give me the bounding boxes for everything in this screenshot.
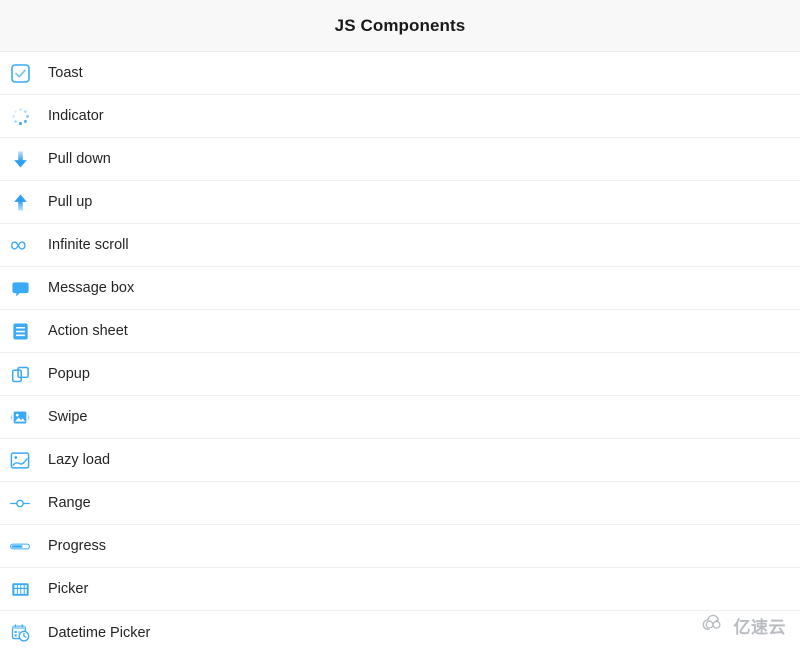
list-item-label: Pull up [48, 194, 93, 210]
list-item-label: Lazy load [48, 452, 111, 468]
list-item-label: Indicator [48, 108, 104, 124]
list-item-label: Toast [48, 65, 83, 81]
checkbox-checked-icon [10, 63, 30, 83]
list-item-indicator[interactable]: Indicator [0, 95, 800, 138]
picker-columns-icon [10, 579, 30, 599]
overlapping-squares-icon [10, 364, 30, 384]
list-item-pull-down[interactable]: Pull down [0, 138, 800, 181]
list-item-label: Infinite scroll [48, 237, 129, 253]
list-item-progress[interactable]: Progress [0, 525, 800, 568]
list-item-infinite-scroll[interactable]: Infinite scroll [0, 224, 800, 267]
calendar-clock-icon [10, 623, 30, 643]
list-item-toast[interactable]: Toast [0, 52, 800, 95]
page-title: JS Components [334, 15, 466, 35]
infinity-icon [10, 235, 30, 255]
progress-bar-icon [10, 536, 30, 556]
spinner-icon [10, 106, 30, 126]
image-swipe-icon [10, 407, 30, 427]
list-item-label: Popup [48, 366, 90, 382]
list-item-swipe[interactable]: Swipe [0, 396, 800, 439]
list-item-message-box[interactable]: Message box [0, 267, 800, 310]
list-item-datetime-picker[interactable]: Datetime Picker [0, 611, 800, 654]
components-list: Toast Indicator Pull down Pull up Infini… [0, 52, 800, 654]
list-item-label: Picker [48, 581, 89, 597]
list-item-label: Pull down [48, 151, 111, 167]
list-item-pull-up[interactable]: Pull up [0, 181, 800, 224]
list-item-label: Datetime Picker [48, 624, 151, 641]
arrow-up-icon [10, 192, 30, 212]
list-item-label: Swipe [48, 409, 88, 425]
page-header: JS Components [0, 0, 800, 52]
arrow-down-icon [10, 149, 30, 169]
list-item-range[interactable]: Range [0, 482, 800, 525]
speech-bubble-icon [10, 278, 30, 298]
list-item-popup[interactable]: Popup [0, 353, 800, 396]
list-item-label: Action sheet [48, 323, 128, 339]
list-item-label: Progress [48, 538, 107, 554]
list-item-picker[interactable]: Picker [0, 568, 800, 611]
list-item-lazy-load[interactable]: Lazy load [0, 439, 800, 482]
range-slider-icon [10, 493, 30, 513]
image-outline-icon [10, 450, 30, 470]
list-lines-icon [10, 321, 30, 341]
list-item-action-sheet[interactable]: Action sheet [0, 310, 800, 353]
list-item-label: Message box [48, 280, 135, 296]
list-item-label: Range [48, 495, 91, 511]
